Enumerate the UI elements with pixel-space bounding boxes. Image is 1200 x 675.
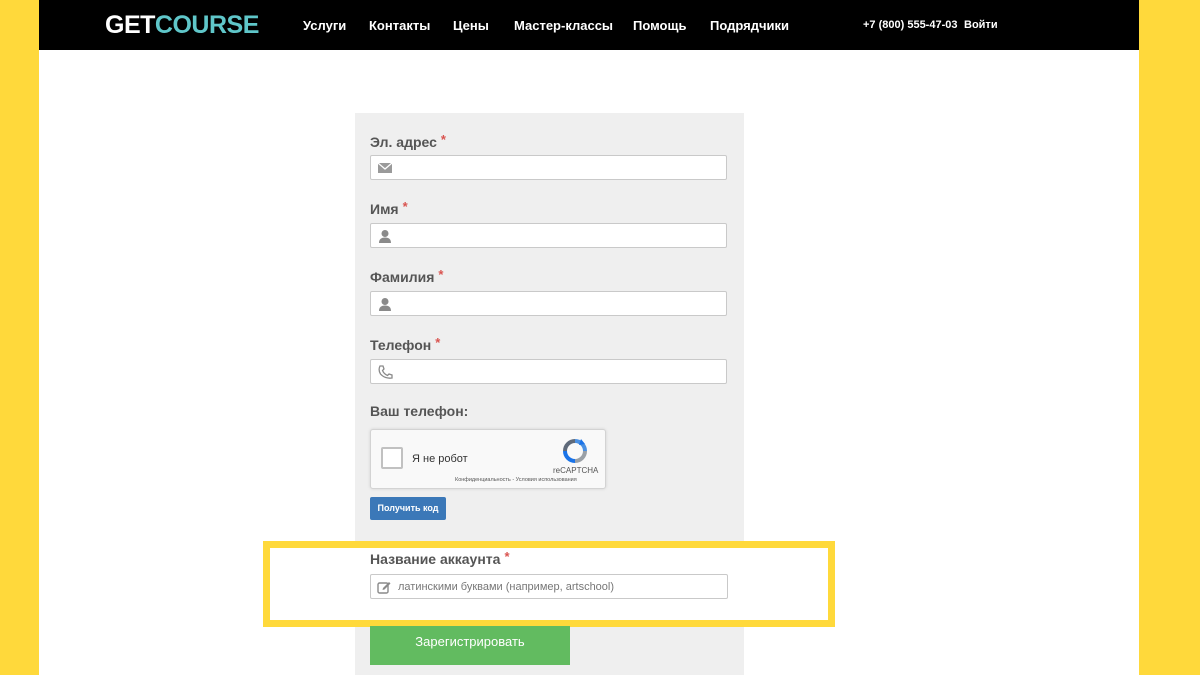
page: GETCOURSE Услуги Контакты Цены Мастер-кл… <box>39 0 1139 675</box>
logo[interactable]: GETCOURSE <box>105 11 259 39</box>
nav-master-classes[interactable]: Мастер-классы <box>514 18 613 33</box>
account-name-label: Название аккаунта * <box>370 549 510 567</box>
name-field[interactable] <box>370 223 727 248</box>
required-mark: * <box>440 132 446 147</box>
recaptcha-checkbox[interactable] <box>381 447 403 469</box>
top-navbar: GETCOURSE Услуги Контакты Цены Мастер-кл… <box>39 0 1139 50</box>
logo-part-get: GET <box>105 11 155 39</box>
envelope-icon <box>377 162 393 173</box>
nav-contacts[interactable]: Контакты <box>369 18 430 33</box>
recaptcha-links[interactable]: Конфиденциальность - Условия использован… <box>455 477 577 483</box>
email-label: Эл. адрес * <box>370 132 446 150</box>
your-phone-label: Ваш телефон: <box>370 403 469 419</box>
get-code-button[interactable]: Получить код <box>370 497 446 520</box>
required-mark: * <box>402 199 408 214</box>
register-button[interactable]: Зарегистрировать <box>370 626 570 665</box>
user-icon <box>379 230 391 243</box>
account-name-placeholder: латинскими буквами (например, artschool) <box>398 581 615 593</box>
account-name-field[interactable]: латинскими буквами (например, artschool) <box>370 574 728 599</box>
recaptcha-widget: Я не робот reCAPTCHA Конфиденциальность … <box>370 429 606 489</box>
nav-help[interactable]: Помощь <box>633 18 686 33</box>
phone-icon <box>378 365 393 379</box>
nav-services[interactable]: Услуги <box>303 18 346 33</box>
required-mark: * <box>435 335 441 350</box>
phone-label: Телефон * <box>370 335 441 353</box>
phone-field[interactable] <box>370 359 727 384</box>
recaptcha-logo-icon <box>563 439 587 463</box>
user-icon <box>379 298 391 311</box>
edit-icon <box>377 582 391 594</box>
required-mark: * <box>438 267 444 282</box>
nav-contractors[interactable]: Подрядчики <box>710 18 789 33</box>
recaptcha-brand: reCAPTCHA <box>553 466 599 475</box>
nav-prices[interactable]: Цены <box>453 18 489 33</box>
recaptcha-label: Я не робот <box>412 453 468 465</box>
surname-field[interactable] <box>370 291 727 316</box>
name-label: Имя * <box>370 199 408 217</box>
login-link[interactable]: Войти <box>964 19 998 31</box>
header-phone[interactable]: +7 (800) 555-47-03 <box>863 19 957 31</box>
surname-label: Фамилия * <box>370 267 444 285</box>
email-field[interactable] <box>370 155 727 180</box>
logo-part-course: COURSE <box>154 11 259 39</box>
required-mark: * <box>504 549 510 564</box>
